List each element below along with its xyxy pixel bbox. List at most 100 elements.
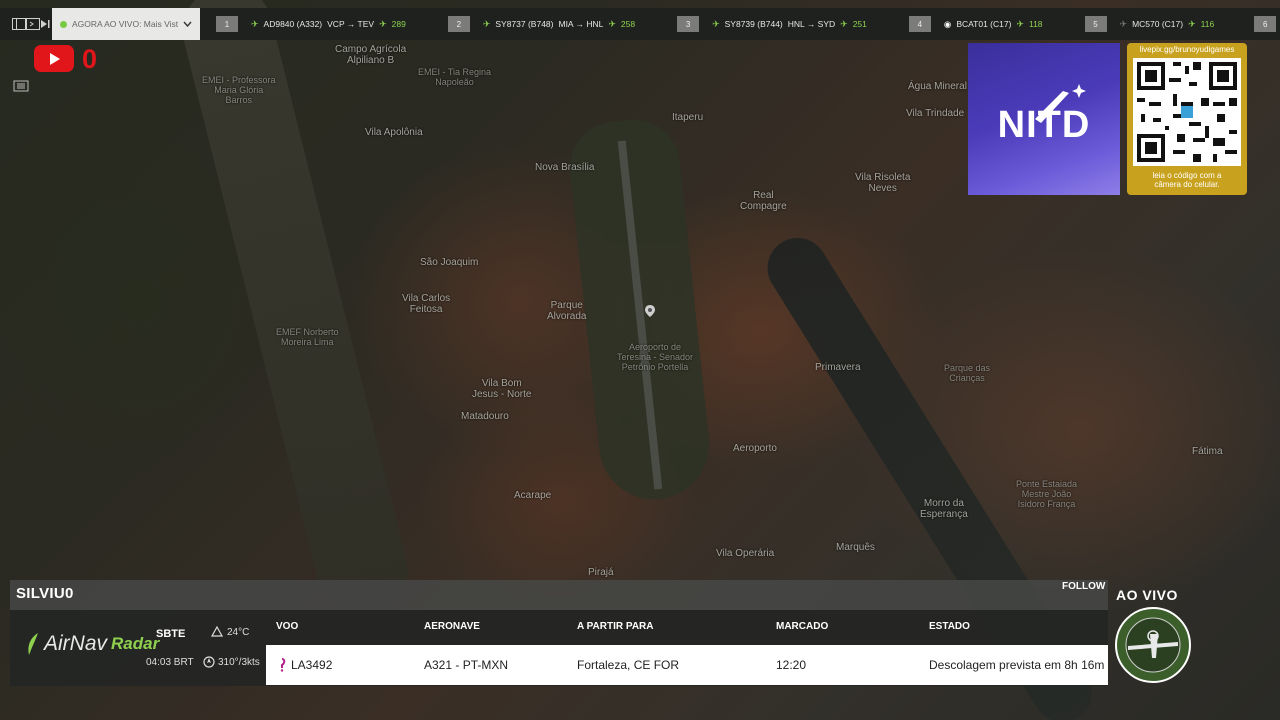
row-aircraft: A321 - PT-MXN: [424, 658, 509, 672]
map-label: Aeroporto de Teresina - Senador Petrônio…: [617, 342, 694, 372]
viewers-icon: ✈: [608, 18, 616, 29]
flight-rank: 1: [216, 16, 238, 32]
plane-icon: ✈: [251, 18, 259, 29]
top-flight-item[interactable]: 4 ◉ BCAT01 (C17) ✈ 118: [908, 16, 1043, 32]
military-icon: ◉: [943, 18, 952, 29]
qr-panel[interactable]: livepix.gg/brunoyudigames leia o código …: [1127, 43, 1247, 195]
live-dot-icon: [60, 20, 67, 28]
map-label: Parque das Crianças: [944, 363, 991, 383]
flight-rank: 3: [677, 16, 700, 32]
top-flight-item[interactable]: 6: [1254, 16, 1280, 32]
map-label: Campo Agrícola Alpiliano B: [335, 44, 407, 66]
qr-caption: leia o código com a câmera do celular.: [1152, 171, 1222, 190]
map-label: Pirajá: [588, 567, 614, 578]
expand-icon[interactable]: [26, 8, 40, 40]
row-scheduled: 12:20: [776, 658, 807, 672]
flight-count: 118: [1028, 19, 1043, 29]
viewers-icon: ✈: [379, 18, 387, 29]
live-dropdown[interactable]: AGORA AO VIVO: Mais Vistos: [52, 8, 200, 40]
sidebar-toggle-icon[interactable]: [12, 8, 26, 40]
flight-callsign: AD9840 (A332): [263, 19, 323, 29]
top-flights-list: 1 ✈ AD9840 (A332) VCP → TEV ✈ 289 2 ✈ SY…: [216, 16, 1280, 32]
live-dropdown-label: AGORA AO VIVO: Mais Vistos: [72, 19, 178, 29]
plane-icon: ✈: [482, 18, 491, 29]
panel-callsign: SILVIU0: [16, 585, 74, 602]
map-label: Aeroporto: [733, 443, 777, 454]
map-label: Fátima: [1192, 446, 1223, 457]
skip-next-icon[interactable]: [40, 8, 50, 40]
flight-callsign: BCAT01 (C17): [956, 19, 1012, 29]
map-label: Morro da Esperança: [920, 498, 968, 520]
flight-panel-header: [10, 580, 1108, 610]
flight-count: 251: [852, 19, 867, 29]
qr-url: livepix.gg/brunoyudigames: [1139, 45, 1235, 54]
map-label: EMEF Norberto Moreira Lima: [276, 327, 339, 347]
temperature-value: 24°C: [227, 626, 250, 638]
chevron-down-icon: [183, 21, 192, 27]
header-aircraft: AERONAVE: [424, 621, 480, 632]
row-status: Descolagem prevista em 8h 16m: [929, 658, 1105, 672]
wind-value: 310°/3kts: [218, 656, 260, 668]
airnav-radar: Radar: [111, 634, 160, 653]
map-label: Parque Alvorada: [547, 300, 587, 322]
map-label: Acarape: [514, 490, 552, 501]
flight-rank: 2: [447, 16, 470, 32]
wind-icon: [203, 656, 215, 668]
flight-count: 116: [1200, 19, 1215, 29]
viewers-icon: ✈: [1016, 18, 1024, 29]
live-badge-label: AO VIVO: [1116, 587, 1178, 603]
map-label: São Joaquim: [420, 257, 479, 268]
map-label: Água Mineral: [908, 81, 967, 92]
top-flight-item[interactable]: 2 ✈ SY8737 (B748) MIA → HNL ✈ 258: [447, 16, 636, 32]
list-icon[interactable]: [12, 78, 30, 94]
map-label: Itaperu: [672, 112, 704, 123]
row-flight-number: LA3492: [291, 658, 333, 672]
map-label: Vila Operária: [716, 548, 775, 559]
airnav-brand: AirNav: [44, 632, 108, 655]
top-bar: AGORA AO VIVO: Mais Vistos 1 ✈ AD9840 (A…: [0, 8, 1280, 40]
wind: 310°/3kts: [203, 656, 260, 668]
top-flight-item[interactable]: 3 ✈ SY8739 (B744) HNL → SYD ✈ 251: [677, 16, 867, 32]
airnav-logo: AirNav Radar: [26, 632, 159, 656]
cloud-icon: [210, 626, 224, 637]
map-label: EMEI - Professora Maria Glória Barros: [202, 75, 276, 105]
row-from-to: Fortaleza, CE FOR: [577, 658, 680, 672]
follow-button[interactable]: FOLLOW: [1062, 581, 1105, 592]
flight-rank: 5: [1084, 16, 1107, 32]
airnav-leaf-icon: [28, 633, 38, 655]
header-status: ESTADO: [929, 621, 970, 632]
viewers-icon: ✈: [1188, 18, 1196, 29]
flight-count: 258: [620, 19, 636, 29]
map-pin-icon[interactable]: [645, 305, 655, 317]
flight-route: MIA → HNL: [558, 19, 604, 29]
nitd-logo: NITD: [997, 103, 1091, 146]
plane-icon: ✈: [712, 18, 720, 29]
map-label: Real Compagre: [740, 190, 787, 212]
map-label: Vila Trindade: [906, 108, 965, 119]
flight-rank: 6: [1254, 16, 1277, 32]
map-label: Marquês: [836, 542, 875, 553]
flight-rank: 4: [908, 16, 931, 32]
map-label: Vila Bom Jesus - Norte: [472, 378, 532, 400]
top-flight-item[interactable]: 1 ✈ AD9840 (A332) VCP → TEV ✈ 289: [216, 16, 406, 32]
map-label: Nova Brasília: [535, 162, 595, 173]
flight-callsign: MC570 (C17): [1132, 19, 1184, 29]
channel-badge-icon: [1115, 607, 1191, 683]
flight-route: HNL → SYD: [787, 19, 836, 29]
map-label: Matadouro: [461, 411, 509, 422]
map-label: Vila Risoleta Neves: [855, 172, 911, 194]
map-label: Primavera: [815, 362, 861, 373]
nitd-promo-banner[interactable]: NITD: [968, 43, 1120, 195]
flight-route: VCP → TEV: [327, 19, 375, 29]
header-flight: VOO: [276, 621, 299, 632]
qr-code[interactable]: [1133, 58, 1241, 166]
map-label: Vila Carlos Feitosa: [402, 293, 451, 315]
top-flight-item[interactable]: 5 ✈ MC570 (C17) ✈ 116: [1084, 16, 1215, 32]
youtube-icon[interactable]: [34, 45, 74, 72]
map-label: Ponte Estaiada Mestre João Isidoro Franç…: [1016, 479, 1078, 509]
plane-icon: ✈: [1119, 18, 1128, 29]
viewers-icon: ✈: [840, 18, 848, 29]
header-from-to: A PARTIR PARA: [577, 621, 654, 632]
youtube-count: 0: [82, 44, 98, 74]
flight-callsign: SY8739 (B744): [724, 19, 783, 29]
